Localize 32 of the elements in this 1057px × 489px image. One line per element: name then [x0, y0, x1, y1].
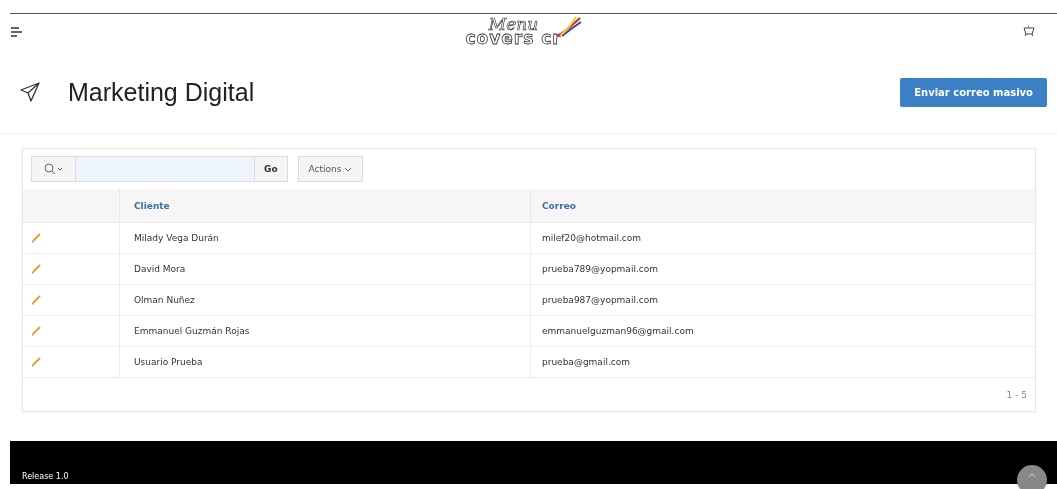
table-cell: milef20@hotmail.com: [530, 222, 1035, 254]
table-cell: David Mora: [119, 253, 531, 285]
column-header[interactable]: Correo: [530, 189, 1035, 223]
menu-icon[interactable]: [10, 24, 24, 39]
page-title: Marketing Digital: [68, 77, 256, 107]
pencil-icon[interactable]: [31, 293, 42, 305]
caret-icon: [344, 166, 353, 172]
table-cell: Emmanuel Guzmán Rojas: [119, 315, 531, 347]
pencil-icon[interactable]: [31, 262, 42, 274]
column-header[interactable]: Cliente: [119, 189, 531, 223]
pencil-icon[interactable]: [31, 324, 42, 336]
actions-button[interactable]: Actions: [297, 156, 364, 182]
scroll-top-button[interactable]: [1017, 465, 1047, 489]
go-button[interactable]: Go: [254, 157, 287, 181]
pencil-icon[interactable]: [31, 231, 42, 243]
table-cell: prueba987@yopmail.com: [530, 284, 1035, 316]
paper-plane-icon: [20, 82, 40, 102]
table-cell: emmanuelguzman96@gmail.com: [530, 315, 1035, 347]
search-field[interactable]: Go: [31, 156, 288, 182]
table-cell: Olman Nuñez: [119, 284, 531, 316]
cart-icon[interactable]: [1023, 26, 1035, 37]
pagination-text: 1 - 5: [1006, 390, 1027, 400]
table-cell: prueba@gmail.com: [530, 346, 1035, 377]
logo: Menu covers cr: [465, 14, 582, 49]
chevron-up-icon: [1028, 473, 1036, 478]
table-cell: Usuario Prueba: [119, 346, 531, 377]
send-mass-email-button[interactable]: Enviar correo masivo: [900, 77, 1047, 107]
release-text: Release 1.0: [22, 472, 69, 481]
table-cell: prueba789@yopmail.com: [530, 253, 1035, 285]
search-icon[interactable]: [32, 157, 76, 181]
pencil-icon[interactable]: [31, 355, 42, 367]
table-cell: Milady Vega Durán: [119, 222, 531, 254]
